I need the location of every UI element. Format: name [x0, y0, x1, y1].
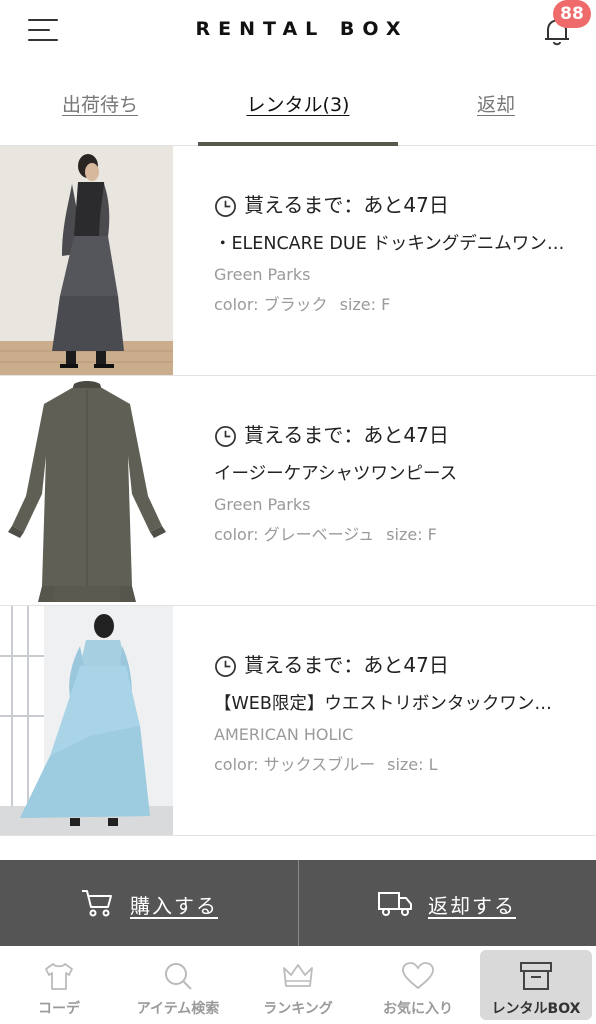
action-bar: 購入する 返却する [0, 860, 596, 946]
search-icon [165, 963, 192, 990]
rental-item: 貰えるまで：あと47日 【WEB限定】ウエストリボンタックワンピース AMERI… [0, 606, 596, 836]
item-color: color: ブラック [214, 295, 328, 314]
purchase-deadline: 貰えるまで：あと47日 [214, 650, 574, 682]
notification-badge: 88 [553, 0, 591, 28]
purchase-deadline: 貰えるまで：あと47日 [214, 190, 574, 222]
item-info: 貰えるまで：あと47日 イージーケアシャツワンピース Green Parks c… [214, 420, 574, 546]
item-attributes: color: ブラック size: F [214, 294, 574, 316]
item-color: color: グレーベージュ [214, 525, 375, 544]
item-brand: Green Parks [214, 265, 311, 284]
deadline-text: 貰えるまで：あと47日 [244, 653, 449, 677]
buy-button[interactable]: 購入する [0, 860, 298, 946]
product-image[interactable] [0, 146, 173, 375]
box-icon [520, 962, 552, 990]
tab-bar: 出荷待ち レンタル(3) 返却 [0, 62, 596, 146]
clock-icon [215, 656, 236, 677]
deadline-text: 貰えるまで：あと47日 [244, 193, 449, 217]
clock-icon [215, 196, 236, 217]
item-info: 貰えるまで：あと47日 ・ELENCARE DUE ドッキングデニムワンピース … [214, 190, 574, 316]
bottom-navigation: コーデ アイテム検索 ランキング お気に入り レンタルBOX [0, 946, 596, 1024]
nav-label: コーデ [38, 1001, 80, 1017]
app-title: RENTAL BOX [195, 18, 409, 40]
item-name[interactable]: ・ELENCARE DUE ドッキングデニムワンピース [214, 232, 569, 256]
item-name[interactable]: イージーケアシャツワンピース [214, 462, 569, 486]
item-brand: AMERICAN HOLIC [214, 725, 354, 744]
nav-item-rental-box[interactable]: レンタルBOX [480, 950, 592, 1020]
item-info: 貰えるまで：あと47日 【WEB限定】ウエストリボンタックワンピース AMERI… [214, 650, 574, 776]
item-attributes: color: サックスブルー size: L [214, 754, 574, 776]
deadline-text: 貰えるまで：あと47日 [244, 423, 449, 447]
nav-item-coordinate[interactable]: コーデ [0, 946, 118, 1024]
nav-item-item-search[interactable]: アイテム検索 [118, 946, 238, 1024]
item-color: color: サックスブルー [214, 755, 376, 774]
clock-icon [215, 426, 236, 447]
nav-label: ランキング [263, 1001, 333, 1017]
cart-icon [82, 890, 112, 917]
app-header: RENTAL BOX 88 [0, 0, 596, 62]
item-size: size: L [387, 755, 438, 774]
purchase-deadline: 貰えるまで：あと47日 [214, 420, 574, 452]
delivery-truck-icon [378, 892, 412, 916]
nav-item-favorites[interactable]: お気に入り [358, 946, 478, 1024]
buy-button-label: 購入する [130, 894, 218, 918]
item-size: size: F [339, 295, 391, 314]
tab-awaiting-shipment[interactable]: 出荷待ち [20, 90, 180, 120]
nav-label: お気に入り [383, 1001, 453, 1017]
crown-icon [283, 964, 313, 987]
item-name[interactable]: 【WEB限定】ウエストリボンタックワンピース [214, 692, 569, 716]
tshirt-icon [45, 963, 73, 990]
return-button[interactable]: 返却する [299, 860, 596, 946]
item-size: size: F [386, 525, 437, 544]
nav-label: レンタルBOX [491, 1001, 581, 1017]
item-attributes: color: グレーベージュ size: F [214, 524, 574, 546]
tab-return[interactable]: 返却 [416, 90, 576, 120]
heart-icon [402, 962, 434, 990]
return-button-label: 返却する [428, 894, 516, 918]
rental-item: 貰えるまで：あと47日 ・ELENCARE DUE ドッキングデニムワンピース … [0, 146, 596, 376]
rental-item: 貰えるまで：あと47日 イージーケアシャツワンピース Green Parks c… [0, 376, 596, 606]
nav-label: アイテム検索 [136, 1001, 220, 1017]
tab-rental[interactable]: レンタル(3) [198, 90, 398, 120]
nav-item-ranking[interactable]: ランキング [238, 946, 358, 1024]
product-image[interactable] [0, 606, 173, 835]
item-brand: Green Parks [214, 495, 311, 514]
product-image[interactable] [0, 376, 173, 605]
